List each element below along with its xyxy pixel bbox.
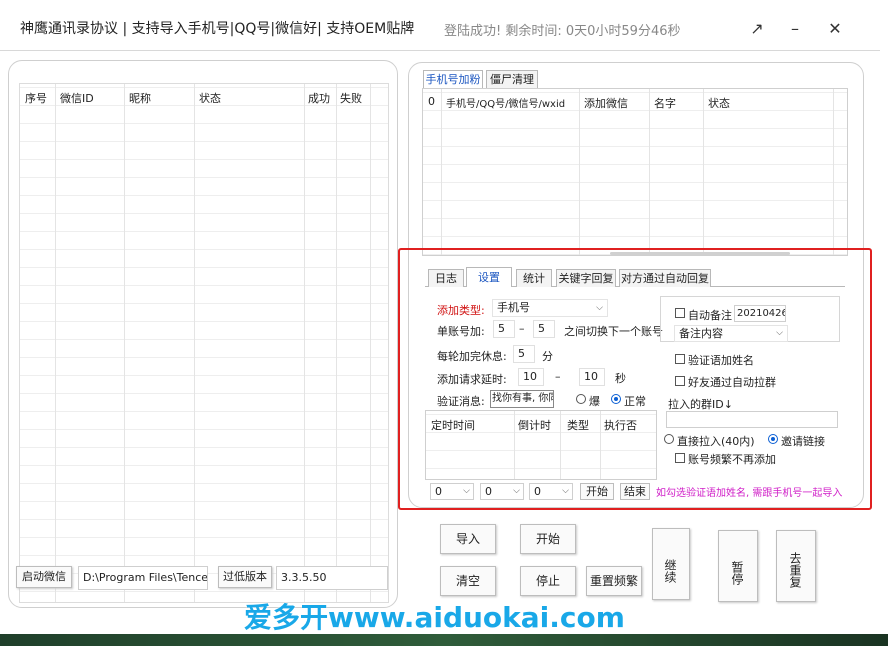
chevron-down-icon: ⌵	[562, 486, 569, 496]
add-type-label: 添加类型:	[437, 304, 485, 317]
note-date-input[interactable]: 20210426	[734, 305, 786, 322]
phone-list-table[interactable]: 0 手机号/QQ号/微信号/wxid 添加微信 名字 状态	[422, 88, 848, 256]
combo-c[interactable]: 0 ⌵	[529, 483, 573, 500]
direct-pull-radio[interactable]	[664, 434, 674, 444]
continue-button[interactable]: 继续	[652, 528, 690, 600]
delay-min-input[interactable]: 10	[518, 368, 544, 386]
verify-message-input[interactable]: 找你有事, 你同	[490, 390, 554, 408]
tab-keyword-reply[interactable]: 关键字回复	[556, 269, 616, 287]
col-header-nickname[interactable]: 昵称	[129, 90, 151, 106]
col-header-fail[interactable]: 失败	[340, 90, 362, 106]
clear-button[interactable]: 清空	[440, 566, 496, 596]
restore-icon[interactable]: ↗	[742, 14, 772, 44]
chevron-down-icon: ⌵	[596, 303, 603, 313]
group-id-label: 拉入的群ID↓	[668, 398, 733, 411]
group-id-input[interactable]	[666, 411, 838, 428]
add-type-select[interactable]: 手机号 ⌵	[492, 299, 608, 317]
schedule-end-button[interactable]: 结束	[620, 483, 650, 500]
rest-input[interactable]: 5	[513, 345, 535, 363]
per-account-min-input[interactable]: 5	[493, 320, 515, 338]
combo-b[interactable]: 0 ⌵	[480, 483, 524, 500]
tab-log[interactable]: 日志	[428, 269, 464, 287]
close-icon[interactable]: ✕	[820, 14, 850, 44]
minimize-icon[interactable]: –	[780, 14, 810, 44]
pause-button[interactable]: 暂停	[718, 530, 758, 602]
col-header-name[interactable]: 名字	[654, 95, 676, 111]
reset-frequent-button[interactable]: 重置频繁	[586, 566, 642, 596]
left-panel: 序号 微信ID 昵称 状态 成功 失败	[8, 60, 398, 608]
schedule-table[interactable]: 定时时间 倒计时 类型 执行否	[425, 410, 657, 480]
mode-explode-radio[interactable]	[576, 394, 586, 404]
col-header-status[interactable]: 状态	[199, 90, 221, 106]
app-window: 神鹰通讯录协议 | 支持导入手机号|QQ号|微信好| 支持OEM贴牌 登陆成功!…	[0, 0, 888, 646]
hint-text: 如勾选验证语加姓名, 需跟手机号一起导入	[656, 488, 843, 499]
verify-name-checkbox[interactable]	[675, 354, 685, 364]
per-account-label: 单账号加:	[437, 325, 485, 338]
verify-message-label: 验证消息:	[437, 395, 485, 408]
col-header-account[interactable]: 手机号/QQ号/微信号/wxid	[446, 95, 565, 110]
account-table[interactable]: 序号 微信ID 昵称 状态 成功 失败	[19, 83, 389, 603]
chevron-down-icon: ⌵	[513, 486, 520, 496]
note-content-select[interactable]: 备注内容 ⌵	[674, 325, 788, 342]
wechat-path-field[interactable]: D:\Program Files\Tencent	[78, 566, 208, 590]
tab-add-phone[interactable]: 手机号加粉	[423, 70, 483, 88]
tab-stats[interactable]: 统计	[516, 269, 552, 287]
combo-a[interactable]: 0 ⌵	[430, 483, 474, 500]
per-account-max-input[interactable]: 5	[533, 320, 555, 338]
auto-group-checkbox[interactable]	[675, 376, 685, 386]
start-button[interactable]: 开始	[520, 524, 576, 554]
col-header-success[interactable]: 成功	[308, 90, 330, 106]
freq-skip-checkbox[interactable]	[675, 453, 685, 463]
rest-label: 每轮加完休息:	[437, 350, 507, 363]
switch-account-label: 之间切换下一个账号	[564, 325, 663, 338]
tab-zombie-clean[interactable]: 僵尸清理	[486, 70, 538, 88]
col-header-state[interactable]: 状态	[708, 95, 730, 111]
col-header-index[interactable]: 序号	[25, 90, 47, 106]
title-divider	[0, 50, 880, 51]
auto-note-checkbox[interactable]	[675, 308, 685, 318]
chevron-down-icon: ⌵	[776, 328, 783, 338]
version-field[interactable]: 3.3.5.50	[276, 566, 388, 590]
watermark: 爱多开www.aiduokai.com	[244, 601, 625, 634]
chevron-down-icon: ⌵	[463, 486, 470, 496]
delay-label: 添加请求延时:	[437, 373, 507, 386]
start-wechat-button[interactable]: 启动微信	[16, 566, 72, 588]
invite-link-radio[interactable]	[768, 434, 778, 444]
schedule-start-button[interactable]: 开始	[580, 483, 614, 500]
col-header-wechat-id[interactable]: 微信ID	[60, 90, 94, 106]
col-header-add-wechat[interactable]: 添加微信	[584, 95, 628, 111]
stop-button[interactable]: 停止	[520, 566, 576, 596]
delay-max-input[interactable]: 10	[579, 368, 605, 386]
col-header-zero[interactable]: 0	[428, 95, 435, 108]
tab-settings[interactable]: 设置	[466, 267, 512, 287]
low-version-button[interactable]: 过低版本	[218, 566, 272, 588]
dedupe-button[interactable]: 去重复	[776, 530, 816, 602]
window-title: 神鹰通讯录协议 | 支持导入手机号|QQ号|微信好| 支持OEM贴牌	[20, 21, 415, 37]
login-status: 登陆成功! 剩余时间: 0天0小时59分46秒	[444, 24, 681, 39]
mode-normal-radio[interactable]	[611, 394, 621, 404]
tab-auto-reply[interactable]: 对方通过自动回复	[619, 269, 711, 287]
import-button[interactable]: 导入	[440, 524, 496, 554]
